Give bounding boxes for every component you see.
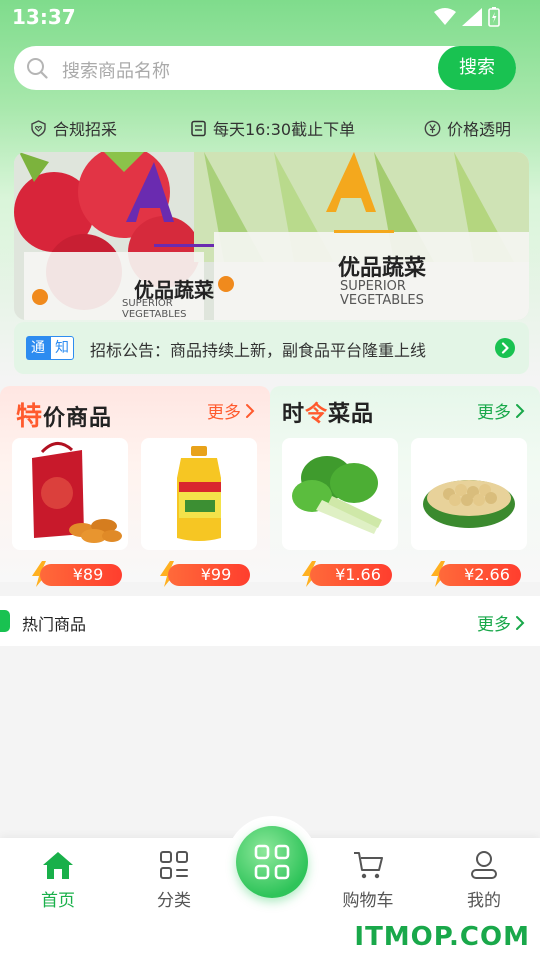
- grid-icon: [160, 851, 188, 879]
- banner-sublabel-left: SUPERIOR VEGETABLES: [122, 298, 187, 320]
- cooking-oil-image: [177, 446, 221, 541]
- notice-tag-left: 通: [26, 336, 50, 360]
- user-icon: [471, 851, 497, 879]
- banner-sublabel-right: SUPERIOR VEGETABLES: [340, 279, 424, 308]
- section-accent-bar: [0, 610, 10, 632]
- section-title: 热门商品: [22, 615, 87, 634]
- notice-tag-right: 知: [50, 336, 74, 360]
- chevron-right-icon: [516, 403, 525, 418]
- bok-choy-image: [292, 456, 382, 534]
- feature-price: 价格透明: [424, 116, 511, 140]
- signal-icon: [462, 8, 482, 26]
- status-bar: 13:37: [0, 0, 540, 36]
- tab-cart[interactable]: 购物车: [328, 850, 408, 911]
- seasonal-section: 时令菜品 更多 ¥1.66 ¥2.66: [270, 386, 540, 587]
- wifi-icon: [434, 8, 456, 25]
- search-bar[interactable]: 搜索商品名称 搜索: [14, 46, 516, 90]
- search-icon: [27, 58, 48, 79]
- document-icon: [191, 120, 206, 136]
- search-button[interactable]: 搜索: [438, 46, 516, 90]
- status-time: 13:37: [12, 5, 76, 29]
- price-tag: ¥2.66: [439, 564, 521, 586]
- product-card-mooncake[interactable]: [12, 438, 128, 550]
- notice-tag: 通 知: [26, 336, 74, 360]
- chevron-right-icon: [246, 403, 255, 418]
- features-row: 合规招采 每天16:30截止下单 价格透明: [0, 112, 540, 142]
- cart-icon: [354, 852, 383, 879]
- mooncake-gift-image: [32, 442, 122, 543]
- special-price-section: 特价商品 更多 ¥89 ¥99: [0, 386, 270, 587]
- product-card-bokchoy[interactable]: [282, 438, 398, 550]
- more-link[interactable]: 更多: [477, 610, 526, 635]
- home-icon: [43, 852, 73, 879]
- search-input[interactable]: 搜索商品名称: [62, 57, 170, 83]
- price-tag: ¥99: [168, 564, 250, 586]
- chevron-right-icon[interactable]: [495, 338, 515, 358]
- more-link[interactable]: 更多: [207, 398, 256, 423]
- hot-products-header: 热门商品 更多: [0, 596, 540, 646]
- status-icons: [434, 7, 500, 27]
- notice-bar[interactable]: 通 知 招标公告：商品持续上新，副食品平台隆重上线: [14, 322, 529, 374]
- promo-banner[interactable]: 优品蔬菜 优品蔬菜 SUPERIOR VEGETABLES SUPERIOR V…: [14, 152, 529, 320]
- shield-heart-icon: [31, 119, 46, 137]
- notice-text: 招标公告：商品持续上新，副食品平台隆重上线: [90, 341, 427, 360]
- tab-home[interactable]: 首页: [18, 850, 98, 911]
- feature-label: 每天16:30截止下单: [213, 120, 356, 139]
- tab-mine[interactable]: 我的: [444, 850, 524, 911]
- product-card-oil[interactable]: [141, 438, 257, 550]
- soybeans-image: [423, 480, 515, 528]
- feature-label: 价格透明: [447, 120, 512, 139]
- feature-compliance: 合规招采: [30, 116, 117, 140]
- scan-button[interactable]: [236, 826, 308, 898]
- scan-code-icon: [254, 844, 290, 880]
- banner-label-right: 优品蔬菜: [338, 256, 427, 281]
- feature-deadline: 每天16:30截止下单: [190, 116, 355, 140]
- banner-image: [14, 152, 529, 320]
- section-title: 时令菜品: [282, 402, 375, 427]
- yen-circle-icon: [424, 120, 441, 136]
- section-title: 特价商品: [16, 402, 113, 432]
- battery-icon: [488, 7, 500, 27]
- product-card-soybeans[interactable]: [411, 438, 527, 550]
- tab-category[interactable]: 分类: [134, 850, 214, 911]
- more-link[interactable]: 更多: [477, 398, 526, 423]
- price-tag: ¥1.66: [310, 564, 392, 586]
- feature-label: 合规招采: [53, 120, 118, 139]
- watermark: ITMOP.COM: [354, 922, 530, 952]
- chevron-right-icon: [516, 615, 525, 630]
- price-tag: ¥89: [40, 564, 122, 586]
